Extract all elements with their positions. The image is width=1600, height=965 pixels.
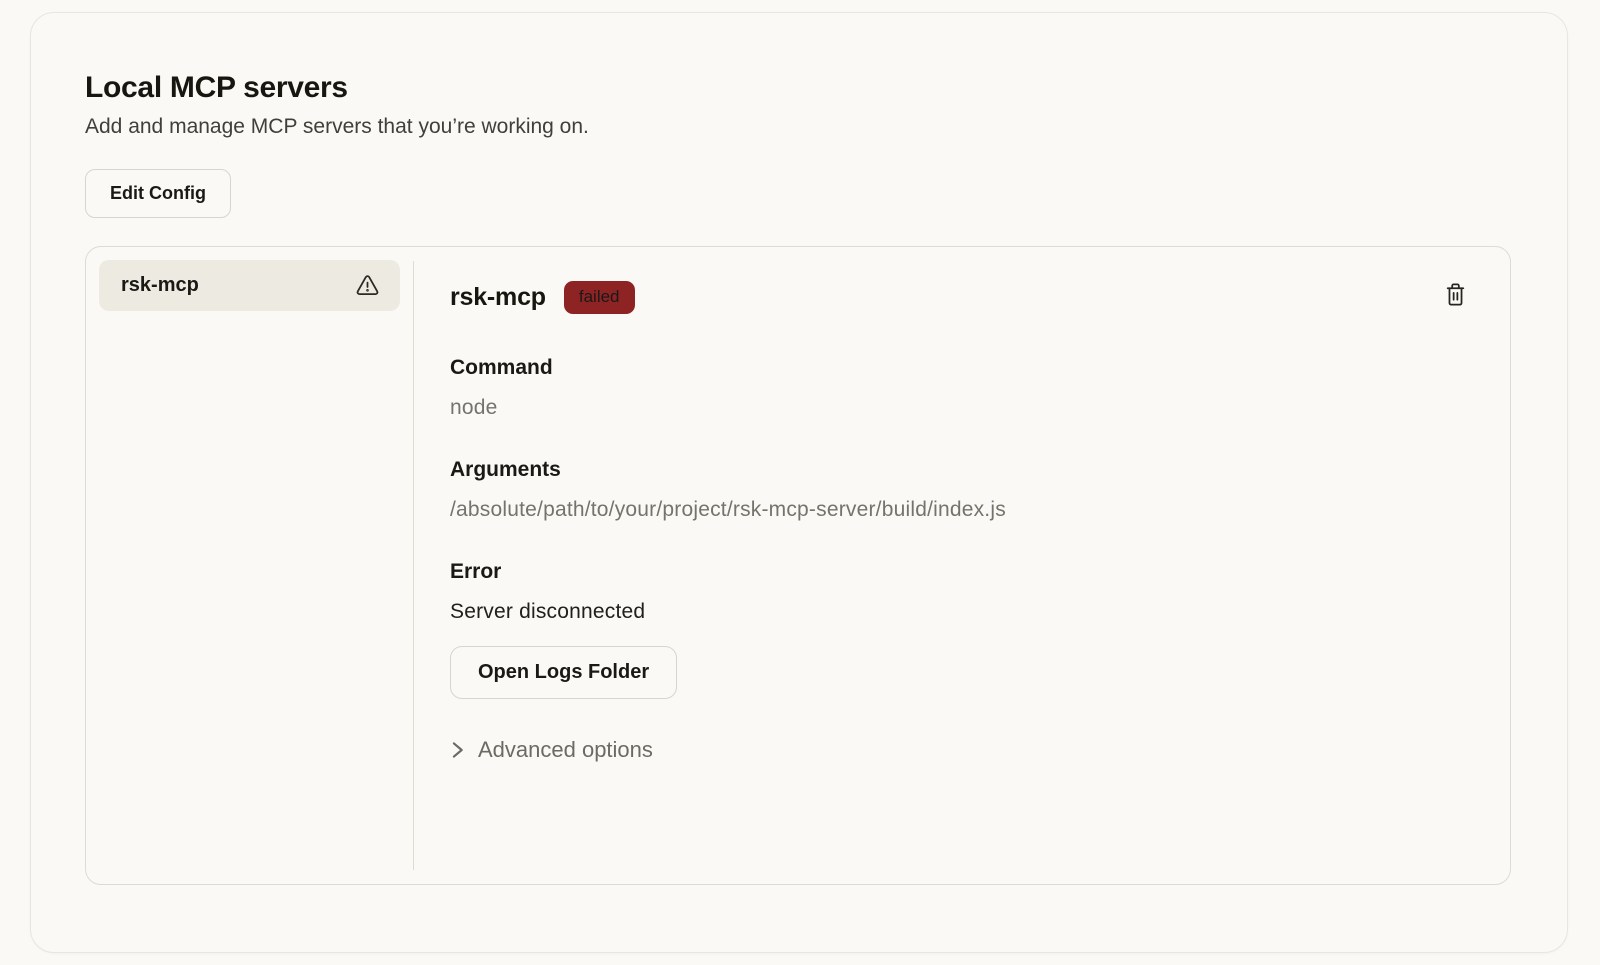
server-list-item-rsk-mcp[interactable]: rsk-mcp <box>99 260 400 311</box>
server-name-label: rsk-mcp <box>121 274 199 297</box>
page-title: Local MCP servers <box>85 71 1511 105</box>
field-error-label: Error <box>450 560 1472 584</box>
field-arguments-value: /absolute/path/to/your/project/rsk-mcp-s… <box>450 498 1472 522</box>
advanced-options-label: Advanced options <box>478 737 653 763</box>
field-error-value: Server disconnected <box>450 600 1472 624</box>
field-command-label: Command <box>450 356 1472 380</box>
delete-server-button[interactable] <box>1441 279 1470 310</box>
field-error: Error Server disconnected <box>450 560 1472 624</box>
warning-icon <box>355 273 380 298</box>
field-arguments-label: Arguments <box>450 458 1472 482</box>
server-detail-title: rsk-mcp <box>450 283 546 312</box>
open-logs-button[interactable]: Open Logs Folder <box>450 646 677 699</box>
chevron-right-icon <box>450 738 465 762</box>
status-badge: failed <box>564 281 635 314</box>
field-command-value: node <box>450 396 1472 420</box>
server-panel: rsk-mcp rsk-mcp failed <box>85 246 1511 885</box>
edit-config-button[interactable]: Edit Config <box>85 169 231 218</box>
server-detail: rsk-mcp failed Command node <box>414 247 1510 884</box>
field-arguments: Arguments /absolute/path/to/your/project… <box>450 458 1472 522</box>
server-list: rsk-mcp <box>86 247 413 884</box>
advanced-options-toggle[interactable]: Advanced options <box>450 737 653 763</box>
page-subtitle: Add and manage MCP servers that you’re w… <box>85 115 1511 139</box>
server-detail-header: rsk-mcp failed <box>450 281 1472 314</box>
settings-card: Local MCP servers Add and manage MCP ser… <box>30 12 1568 953</box>
field-command: Command node <box>450 356 1472 420</box>
trash-icon <box>1443 281 1468 308</box>
